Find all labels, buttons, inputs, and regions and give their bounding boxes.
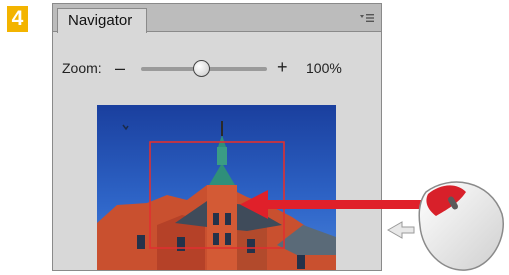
navigator-panel: Navigator Zoom: – + 100%	[52, 3, 382, 271]
zoom-out-button[interactable]: –	[115, 58, 125, 79]
zoom-controls: Zoom: – + 100%	[53, 32, 381, 78]
mouse-icon	[386, 181, 504, 271]
zoom-slider-thumb[interactable]	[192, 60, 210, 77]
panel-menu-icon[interactable]	[360, 13, 374, 23]
tab-navigator[interactable]: Navigator	[57, 8, 148, 33]
panel-tabbar: Navigator	[53, 4, 381, 33]
left-arrow-icon	[386, 221, 415, 239]
navigator-preview-image[interactable]	[97, 105, 336, 271]
zoom-percentage: 100%	[306, 60, 342, 76]
step-number-badge: 4	[7, 6, 28, 32]
zoom-label: Zoom:	[62, 60, 102, 76]
zoom-in-button[interactable]: +	[277, 57, 288, 78]
